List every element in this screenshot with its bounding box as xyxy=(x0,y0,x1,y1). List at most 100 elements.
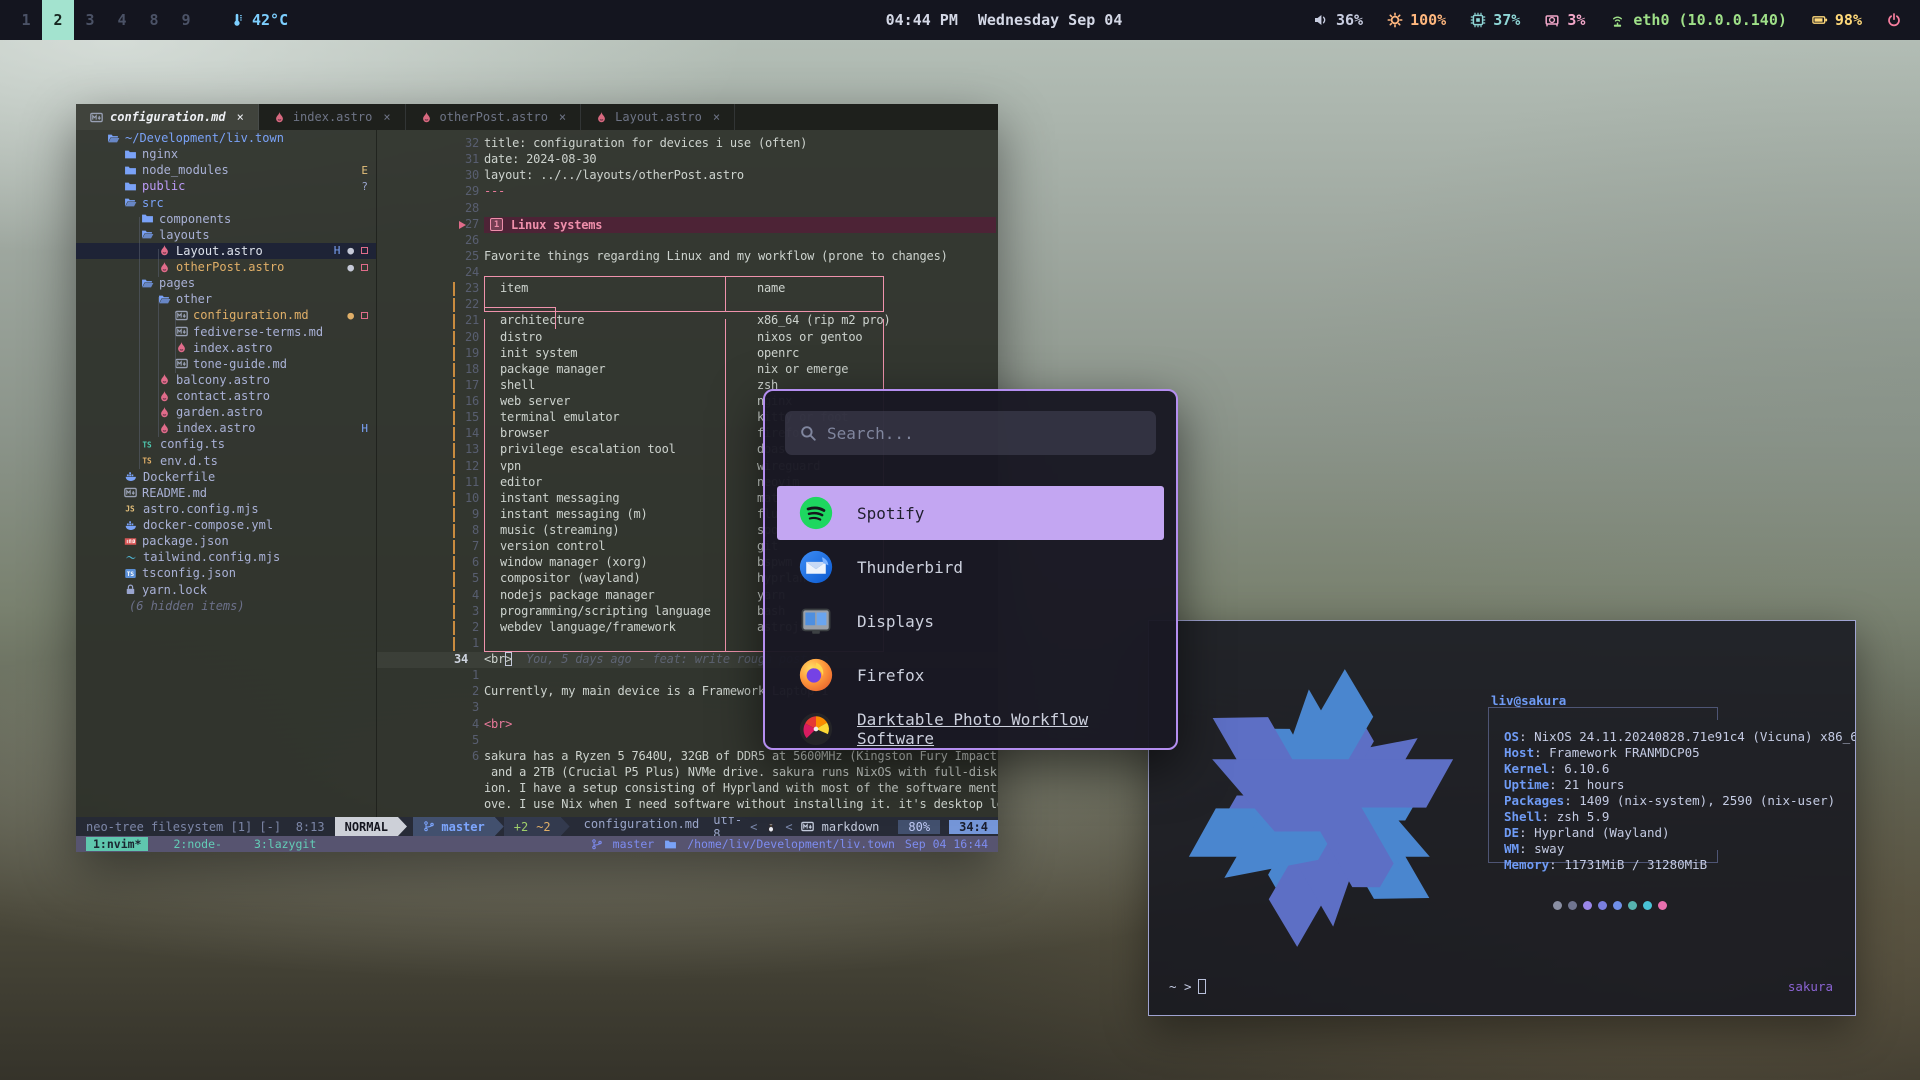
tree-item-tailwind.config.mjs[interactable]: tailwind.config.mjs xyxy=(76,549,376,565)
tree-item-env.d.ts[interactable]: TSenv.d.ts xyxy=(76,453,376,469)
markdown-heading-line: 271Linux systems xyxy=(377,217,998,233)
tree-item-balcony.astro[interactable]: balcony.astro xyxy=(76,372,376,388)
tree-item-contact.astro[interactable]: contact.astro xyxy=(76,388,376,404)
power-module[interactable] xyxy=(1886,12,1902,28)
tab-close-icon[interactable]: × xyxy=(559,110,566,124)
folder-open-icon xyxy=(141,228,154,241)
tree-item-otherPost.astro[interactable]: otherPost.astro● xyxy=(76,259,376,275)
launcher-search[interactable] xyxy=(785,411,1156,455)
tree-item-index.astro[interactable]: index.astroH xyxy=(76,420,376,436)
tree-item-node-modules[interactable]: node_modulesE xyxy=(76,162,376,178)
workspace-button-4[interactable]: 4 xyxy=(106,0,138,40)
tsconfig-icon: TS xyxy=(124,567,137,580)
search-input[interactable] xyxy=(827,424,1142,443)
network-module[interactable]: eth0 (10.0.0.140) xyxy=(1609,11,1787,29)
tmux-window-2:node-[interactable]: 2:node- xyxy=(166,837,228,851)
battery-module[interactable]: 98% xyxy=(1811,11,1862,29)
buffer-tab-Layout.astro[interactable]: Layout.astro× xyxy=(581,104,735,130)
tree-item-layouts[interactable]: layouts xyxy=(76,227,376,243)
shell-prompt[interactable]: ~ > xyxy=(1169,979,1206,994)
tree-item-label: env.d.ts xyxy=(160,454,218,468)
tree-item-label: README.md xyxy=(142,486,207,500)
launcher-item-darktable[interactable]: Darktable Photo Workflow Software xyxy=(777,702,1164,750)
launcher-item-thunderbird[interactable]: Thunderbird xyxy=(777,540,1164,594)
launcher-item-label: Spotify xyxy=(857,504,924,523)
tab-close-icon[interactable]: × xyxy=(237,110,244,124)
tmux-window-3:lazygit[interactable]: 3:lazygit xyxy=(247,837,323,851)
tree-item-src[interactable]: src xyxy=(76,195,376,211)
tab-label: otherPost.astro xyxy=(440,110,548,124)
tree-item-public[interactable]: public? xyxy=(76,178,376,194)
editor-line: 30layout: ../../layouts/otherPost.astro xyxy=(377,168,998,184)
tree-item-label: tsconfig.json xyxy=(142,566,236,580)
tree-item-garden.astro[interactable]: garden.astro xyxy=(76,404,376,420)
fetch-user-host: liv@sakura xyxy=(1491,693,1856,708)
mode-indicator: NORMAL xyxy=(335,817,398,836)
status-bar: 123489 42°C 04:44 PM Wednesday Sep 04 36… xyxy=(0,0,1920,40)
neo-tree-file-explorer[interactable]: ~/Development/liv.townnginxnode_modulesE… xyxy=(76,130,376,817)
tree-item-components[interactable]: components xyxy=(76,211,376,227)
tab-close-icon[interactable]: × xyxy=(713,110,720,124)
tree-indent-guide xyxy=(175,313,176,373)
launcher-item-firefox[interactable]: Firefox xyxy=(777,648,1164,702)
buffer-tab-otherPost.astro[interactable]: otherPost.astro × xyxy=(406,104,582,130)
buffer-tab-index.astro[interactable]: index.astro× xyxy=(259,104,406,130)
editor-line: 6sakura has a Ryzen 5 7640U, 32GB of DDR… xyxy=(377,749,998,765)
tree-item-label: config.ts xyxy=(160,437,225,451)
tree-item-docker-compose.yml[interactable]: docker-compose.yml xyxy=(76,517,376,533)
tree-item-Dockerfile[interactable]: Dockerfile xyxy=(76,469,376,485)
tree-item-README.md[interactable]: README.md xyxy=(76,485,376,501)
tree-item-tsconfig.json[interactable]: TS tsconfig.json xyxy=(76,565,376,581)
tree-item-astro.config.mjs[interactable]: JSastro.config.mjs xyxy=(76,501,376,517)
editor-line: 21architecturex86_64 (rip m2 pro) xyxy=(377,313,998,329)
workspace-button-9[interactable]: 9 xyxy=(170,0,202,40)
volume-module[interactable]: 36% xyxy=(1313,11,1363,29)
buffer-tab-configuration.md[interactable]: configuration.md× xyxy=(76,104,259,130)
gpu-module[interactable]: 3% xyxy=(1544,11,1585,29)
chevron-left-icon: < xyxy=(750,820,757,834)
npm-icon xyxy=(124,535,137,548)
tree-item-index.astro[interactable]: index.astro xyxy=(76,340,376,356)
workspace-button-8[interactable]: 8 xyxy=(138,0,170,40)
brightness-module[interactable]: 100% xyxy=(1387,11,1446,29)
tree-item--6-hidden-items-[interactable]: (6 hidden items) xyxy=(76,598,376,614)
fold-arrow-icon[interactable] xyxy=(459,221,466,229)
tree-item-yarn.lock[interactable]: yarn.lock xyxy=(76,582,376,598)
tree-item-badges: ? xyxy=(361,180,368,193)
tree-item-tone-guide.md[interactable]: tone-guide.md xyxy=(76,356,376,372)
launcher-item-displays[interactable]: Displays xyxy=(777,594,1164,648)
tree-item-label: balcony.astro xyxy=(176,373,270,387)
workspace-button-3[interactable]: 3 xyxy=(74,0,106,40)
powerline-separator xyxy=(398,817,407,836)
tree-item-configuration.md[interactable]: configuration.md● xyxy=(76,307,376,323)
temperature-module: 42°C xyxy=(230,11,288,29)
markdown-icon xyxy=(175,309,188,322)
tree-item-other[interactable]: other xyxy=(76,291,376,307)
tree-item-label: tailwind.config.mjs xyxy=(143,550,280,564)
palette-dot xyxy=(1568,901,1577,910)
launcher-item-spotify[interactable]: Spotify xyxy=(777,486,1164,540)
editor-line: 25Favorite things regarding Linux and my… xyxy=(377,249,998,265)
tmux-status-bar: 1:nvim*2:node-3:lazygit master /home/liv… xyxy=(76,836,998,852)
tree-item-pages[interactable]: pages xyxy=(76,275,376,291)
editor-line: 23itemname xyxy=(377,281,998,297)
tailwind-icon xyxy=(124,551,138,564)
fetch-line-kernel: Kernel: 6.10.6 xyxy=(1504,761,1856,777)
tree-item-Layout.astro[interactable]: Layout.astroH● xyxy=(76,243,376,259)
workspace-button-1[interactable]: 1 xyxy=(10,0,42,40)
tab-close-icon[interactable]: × xyxy=(383,110,390,124)
tmux-window-1:nvim*[interactable]: 1:nvim* xyxy=(86,837,148,851)
tree-item--Development-liv.town[interactable]: ~/Development/liv.town xyxy=(76,130,376,146)
tree-item-nginx[interactable]: nginx xyxy=(76,146,376,162)
tree-item-label: (6 hidden items) xyxy=(129,599,245,613)
tree-item-config.ts[interactable]: TSconfig.ts xyxy=(76,436,376,452)
terminal-window[interactable]: liv@sakura OS: NixOS 24.11.20240828.71e9… xyxy=(1148,620,1856,1016)
tmux-branch: master xyxy=(613,837,655,851)
cpu-module[interactable]: 37% xyxy=(1470,11,1520,29)
workspace-button-2[interactable]: 2 xyxy=(42,0,74,40)
fetch-line-wm: WM: sway xyxy=(1504,841,1856,857)
tree-item-label: otherPost.astro xyxy=(176,260,284,274)
tree-item-fediverse-terms.md[interactable]: fediverse-terms.md xyxy=(76,324,376,340)
markdown-icon xyxy=(175,325,188,338)
tree-item-package.json[interactable]: package.json xyxy=(76,533,376,549)
